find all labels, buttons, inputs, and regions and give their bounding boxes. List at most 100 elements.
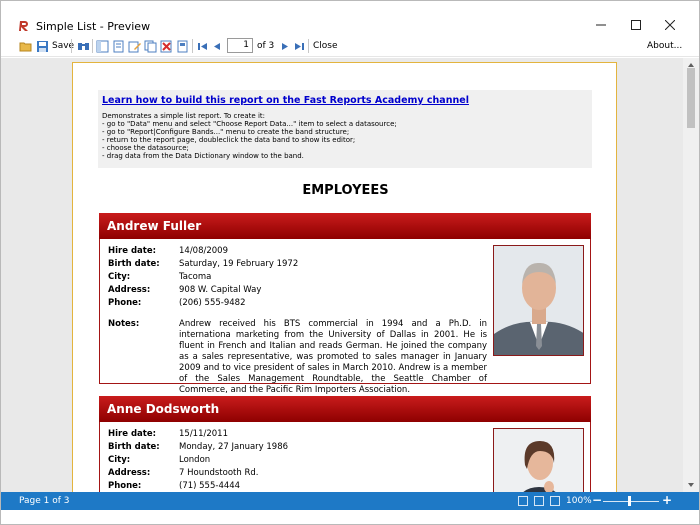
scroll-thumb[interactable] bbox=[687, 68, 695, 128]
employee-name-header: Andrew Fuller bbox=[99, 213, 591, 239]
phone-value: (206) 555-9482 bbox=[179, 298, 246, 308]
page-setup-icon bbox=[177, 40, 188, 52]
zoom-whole-page-icon[interactable] bbox=[534, 496, 544, 506]
open-icon bbox=[19, 42, 32, 51]
window-title: Simple List - Preview bbox=[36, 20, 151, 33]
report-title: EMPLOYEES bbox=[302, 183, 389, 198]
hire-date-label: Hire date: bbox=[108, 429, 156, 439]
city-label: City: bbox=[108, 272, 131, 282]
maximize-button[interactable] bbox=[621, 15, 651, 35]
save-button[interactable]: Save bbox=[36, 39, 74, 53]
title-bar: Simple List - Preview bbox=[1, 1, 699, 35]
page-of-label: of 3 bbox=[257, 41, 275, 51]
delete-page-button[interactable] bbox=[160, 39, 173, 53]
city-label: City: bbox=[108, 455, 131, 465]
phone-label: Phone: bbox=[108, 481, 142, 491]
thumbnails-button[interactable] bbox=[112, 39, 125, 53]
about-button[interactable]: About... bbox=[647, 39, 682, 53]
hire-date-value: 14/08/2009 bbox=[179, 246, 228, 256]
find-button[interactable] bbox=[77, 39, 90, 53]
notes-label: Notes: bbox=[108, 319, 140, 329]
zoom-level: 100% bbox=[566, 496, 592, 506]
page-count: of 3 bbox=[257, 39, 274, 53]
hire-date-label: Hire date: bbox=[108, 246, 156, 256]
toolbar-separator bbox=[71, 39, 72, 53]
birth-date-value: Monday, 27 January 1986 bbox=[179, 442, 289, 452]
outline-button[interactable] bbox=[96, 39, 109, 53]
last-page-button[interactable] bbox=[293, 39, 306, 53]
outline-icon bbox=[96, 40, 109, 52]
birth-date-label: Birth date: bbox=[108, 442, 160, 452]
address-label: Address: bbox=[108, 468, 151, 478]
thumbnails-icon bbox=[113, 40, 124, 52]
city-value: London bbox=[179, 455, 211, 465]
delete-page-icon bbox=[160, 40, 172, 52]
address-label: Address: bbox=[108, 285, 151, 295]
toolbar-separator bbox=[92, 39, 93, 53]
info-line: - drag data from the Data Dictionary win… bbox=[102, 152, 304, 160]
copy-page-button[interactable] bbox=[144, 39, 157, 53]
zoom-multiple-pages-icon[interactable] bbox=[550, 496, 560, 506]
address-value: 7 Houndstooth Rd. bbox=[179, 468, 259, 478]
prev-page-icon bbox=[214, 42, 220, 50]
birth-date-value: Saturday, 19 February 1972 bbox=[179, 259, 299, 269]
employee-photo bbox=[493, 245, 584, 356]
window-bottom-edge bbox=[1, 510, 699, 524]
academy-link[interactable]: Learn how to build this report on the Fa… bbox=[102, 95, 469, 106]
info-line: - choose the datasource; bbox=[102, 144, 189, 152]
info-line: - return to the report page, doubleclick… bbox=[102, 136, 356, 144]
edit-icon bbox=[128, 41, 141, 52]
page-setup-button[interactable] bbox=[176, 39, 189, 53]
toolbar: Save 1 of 3 Close About... bbox=[1, 35, 699, 57]
zoom-out-button[interactable]: − bbox=[592, 493, 602, 507]
minimize-button[interactable] bbox=[586, 15, 616, 35]
minimize-icon bbox=[596, 24, 606, 26]
preview-window: Simple List - Preview Save 1 of 3 Close … bbox=[0, 0, 700, 525]
first-page-button[interactable] bbox=[196, 39, 209, 53]
vertical-scrollbar[interactable] bbox=[683, 58, 699, 492]
page-number-input[interactable]: 1 bbox=[227, 38, 253, 53]
notes-text: Andrew received his BTS commercial in 19… bbox=[179, 319, 487, 395]
address-value: 908 W. Capital Way bbox=[179, 285, 262, 295]
next-page-button[interactable] bbox=[278, 39, 291, 53]
edit-button[interactable] bbox=[128, 39, 141, 53]
maximize-icon bbox=[631, 20, 641, 30]
first-page-icon bbox=[198, 42, 207, 50]
zoom-page-width-icon[interactable] bbox=[518, 496, 528, 506]
hire-date-value: 15/11/2011 bbox=[179, 429, 228, 439]
phone-value: (71) 555-4444 bbox=[179, 481, 241, 491]
scroll-down-icon[interactable] bbox=[686, 480, 696, 490]
employee-card: Hire date: 14/08/2009 Birth date: Saturd… bbox=[99, 239, 591, 395]
close-preview-button[interactable]: Close bbox=[313, 39, 338, 53]
app-icon bbox=[18, 20, 30, 32]
find-icon bbox=[78, 42, 89, 50]
employee-name-header: Anne Dodsworth bbox=[99, 396, 591, 422]
zoom-slider[interactable] bbox=[603, 501, 659, 502]
info-line: - go to "Data" menu and select "Choose R… bbox=[102, 120, 397, 128]
city-value: Tacoma bbox=[179, 272, 212, 282]
preview-area[interactable]: Learn how to build this report on the Fa… bbox=[1, 58, 683, 492]
next-page-icon bbox=[282, 42, 288, 50]
employee-photo-image bbox=[494, 246, 583, 355]
page-status: Page 1 of 3 bbox=[19, 496, 70, 506]
close-window-button[interactable] bbox=[655, 15, 685, 35]
employee-photo-image bbox=[494, 429, 583, 492]
report-page: Learn how to build this report on the Fa… bbox=[72, 62, 617, 492]
close-icon bbox=[665, 20, 675, 30]
toolbar-separator bbox=[192, 39, 193, 53]
copy-page-icon bbox=[144, 40, 157, 52]
about-label: About... bbox=[647, 41, 683, 51]
zoom-slider-thumb[interactable] bbox=[628, 496, 631, 506]
info-box: Learn how to build this report on the Fa… bbox=[98, 90, 592, 168]
info-line: - go to "Report|Configure Bands..." menu… bbox=[102, 128, 350, 136]
prev-page-button[interactable] bbox=[211, 39, 224, 53]
zoom-in-button[interactable]: + bbox=[662, 493, 672, 507]
open-button[interactable] bbox=[19, 39, 32, 53]
info-line: Demonstrates a simple list report. To cr… bbox=[102, 112, 265, 120]
last-page-icon bbox=[295, 42, 304, 50]
birth-date-label: Birth date: bbox=[108, 259, 160, 269]
toolbar-separator bbox=[308, 39, 309, 53]
status-bar: Page 1 of 3 100% − + bbox=[1, 492, 699, 510]
close-label: Close bbox=[313, 41, 338, 51]
employee-card: Hire date: 15/11/2011 Birth date: Monday… bbox=[99, 422, 591, 492]
